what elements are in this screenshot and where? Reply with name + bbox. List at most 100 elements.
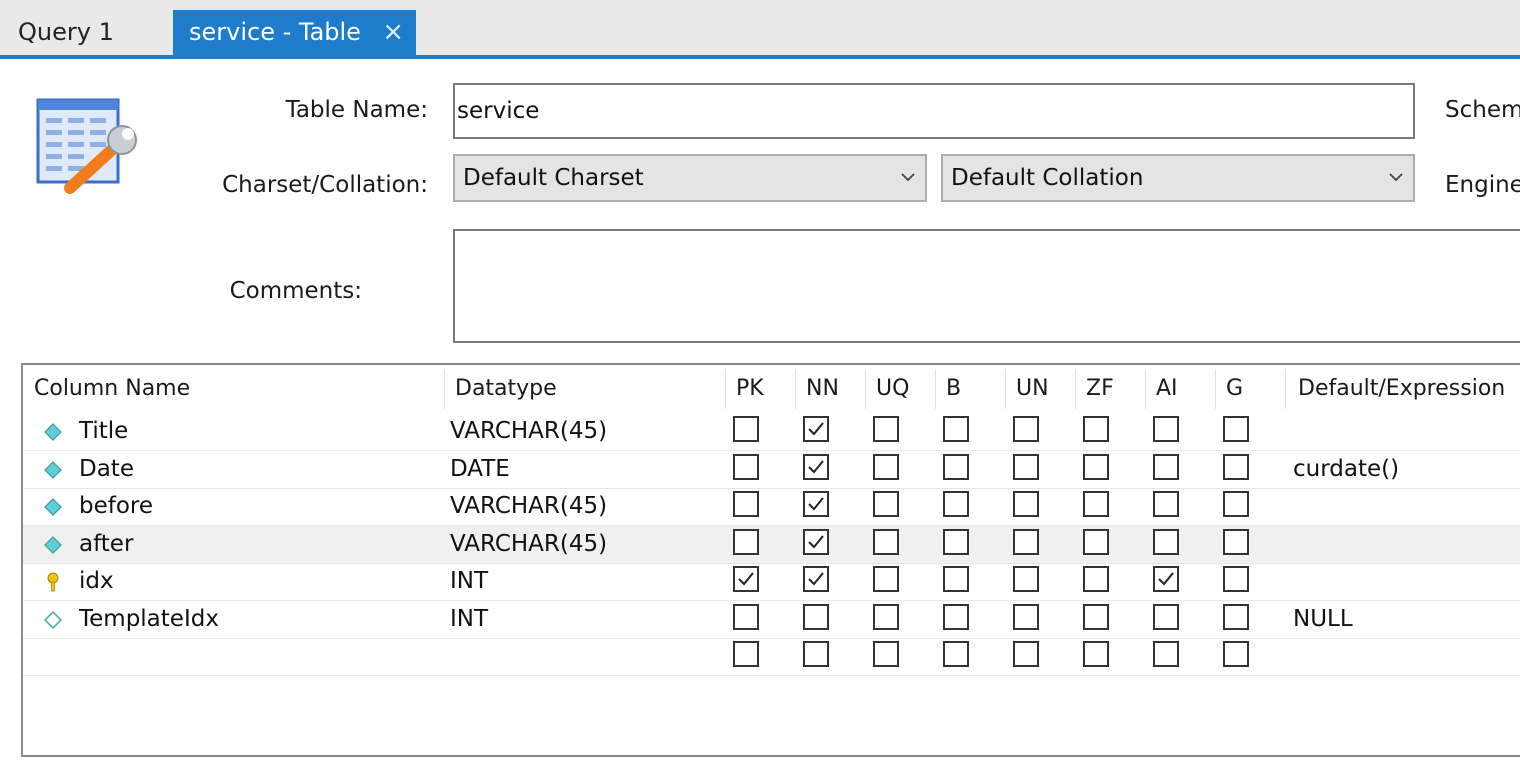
table-row[interactable]: TemplateIdx INT NULL xyxy=(23,601,1520,639)
close-icon[interactable]: × xyxy=(382,10,404,54)
default-expression-cell[interactable]: NULL xyxy=(1293,601,1353,638)
ai-checkbox[interactable] xyxy=(1153,641,1179,667)
zf-checkbox[interactable] xyxy=(1083,416,1109,442)
uq-checkbox[interactable] xyxy=(873,528,899,555)
datatype-cell[interactable]: INT xyxy=(450,563,488,600)
tab-service-table[interactable]: service - Table × xyxy=(173,10,416,56)
un-checkbox[interactable] xyxy=(1013,603,1039,630)
un-checkbox[interactable] xyxy=(1013,566,1039,592)
zf-checkbox[interactable] xyxy=(1083,566,1109,592)
checkmark-icon xyxy=(808,534,824,548)
column-name-cell[interactable]: after xyxy=(79,526,133,563)
ai-checkbox[interactable] xyxy=(1153,566,1179,592)
pk-checkbox[interactable] xyxy=(733,416,759,442)
table-row[interactable] xyxy=(23,638,1520,676)
header-default-expression[interactable]: Default/Expression xyxy=(1298,365,1505,413)
table-name-input[interactable] xyxy=(453,83,1415,139)
nn-checkbox[interactable] xyxy=(803,416,829,442)
tab-query-1[interactable]: Query 1 xyxy=(0,10,172,56)
chevron-down-icon xyxy=(901,173,915,182)
uq-checkbox[interactable] xyxy=(873,641,899,667)
nn-checkbox[interactable] xyxy=(803,603,829,630)
header-column-name[interactable]: Column Name xyxy=(34,365,190,413)
column-name-cell[interactable]: idx xyxy=(79,563,114,600)
uq-checkbox[interactable] xyxy=(873,453,899,480)
ai-checkbox[interactable] xyxy=(1153,528,1179,555)
pk-checkbox[interactable] xyxy=(733,491,759,517)
zf-checkbox[interactable] xyxy=(1083,603,1109,630)
zf-checkbox[interactable] xyxy=(1083,641,1109,667)
g-checkbox[interactable] xyxy=(1223,416,1249,442)
b-checkbox[interactable] xyxy=(943,453,969,480)
header-nn[interactable]: NN xyxy=(806,365,839,413)
ai-checkbox[interactable] xyxy=(1153,416,1179,442)
g-checkbox[interactable] xyxy=(1223,603,1249,630)
b-checkbox[interactable] xyxy=(943,566,969,592)
zf-checkbox[interactable] xyxy=(1083,491,1109,517)
header-datatype[interactable]: Datatype xyxy=(455,365,557,413)
un-checkbox[interactable] xyxy=(1013,528,1039,555)
un-checkbox[interactable] xyxy=(1013,453,1039,480)
column-name-cell[interactable]: Date xyxy=(79,451,134,488)
header-divider xyxy=(444,369,445,409)
nn-checkbox[interactable] xyxy=(803,528,829,555)
un-checkbox[interactable] xyxy=(1013,416,1039,442)
un-checkbox[interactable] xyxy=(1013,491,1039,517)
header-zf[interactable]: ZF xyxy=(1086,365,1114,413)
header-ai[interactable]: AI xyxy=(1156,365,1178,413)
table-row[interactable]: after VARCHAR(45) xyxy=(23,525,1520,564)
comments-textarea[interactable] xyxy=(453,229,1520,343)
g-checkbox[interactable] xyxy=(1223,528,1249,555)
pk-checkbox[interactable] xyxy=(733,566,759,592)
column-name-cell[interactable]: before xyxy=(79,488,153,525)
zf-checkbox[interactable] xyxy=(1083,528,1109,555)
pk-checkbox[interactable] xyxy=(733,641,759,667)
datatype-cell[interactable]: INT xyxy=(450,601,488,638)
datatype-cell[interactable]: VARCHAR(45) xyxy=(450,488,607,525)
b-checkbox[interactable] xyxy=(943,641,969,667)
g-checkbox[interactable] xyxy=(1223,453,1249,480)
ai-checkbox[interactable] xyxy=(1153,491,1179,517)
column-name-cell[interactable]: TemplateIdx xyxy=(79,601,219,638)
datatype-cell[interactable]: DATE xyxy=(450,451,510,488)
b-checkbox[interactable] xyxy=(943,491,969,517)
table-row[interactable]: Date DATE curdate() xyxy=(23,451,1520,489)
g-checkbox[interactable] xyxy=(1223,566,1249,592)
un-checkbox[interactable] xyxy=(1013,641,1039,667)
b-checkbox[interactable] xyxy=(943,603,969,630)
column-diamond-icon xyxy=(44,498,62,516)
datatype-cell[interactable]: VARCHAR(45) xyxy=(450,413,607,450)
b-checkbox[interactable] xyxy=(943,528,969,555)
pk-checkbox[interactable] xyxy=(733,603,759,630)
header-pk[interactable]: PK xyxy=(736,365,764,413)
uq-checkbox[interactable] xyxy=(873,491,899,517)
header-g[interactable]: G xyxy=(1226,365,1243,413)
header-un[interactable]: UN xyxy=(1016,365,1049,413)
ai-checkbox[interactable] xyxy=(1153,603,1179,630)
nn-checkbox[interactable] xyxy=(803,491,829,517)
pk-checkbox[interactable] xyxy=(733,453,759,480)
ai-checkbox[interactable] xyxy=(1153,453,1179,480)
table-row[interactable]: Title VARCHAR(45) xyxy=(23,413,1520,451)
default-expression-cell[interactable]: curdate() xyxy=(1293,451,1399,488)
nn-checkbox[interactable] xyxy=(803,641,829,667)
table-row[interactable]: idx INT xyxy=(23,563,1520,601)
g-checkbox[interactable] xyxy=(1223,641,1249,667)
nn-checkbox[interactable] xyxy=(803,566,829,592)
pk-checkbox[interactable] xyxy=(733,528,759,555)
uq-checkbox[interactable] xyxy=(873,566,899,592)
header-uq[interactable]: UQ xyxy=(876,365,909,413)
uq-checkbox[interactable] xyxy=(873,416,899,442)
zf-checkbox[interactable] xyxy=(1083,453,1109,480)
collation-select[interactable]: Default Collation xyxy=(941,154,1415,202)
datatype-cell[interactable]: VARCHAR(45) xyxy=(450,526,607,563)
charset-select[interactable]: Default Charset xyxy=(453,154,927,202)
nn-checkbox[interactable] xyxy=(803,453,829,480)
tab-bar: Query 1 service - Table × xyxy=(0,0,1520,59)
g-checkbox[interactable] xyxy=(1223,491,1249,517)
header-b[interactable]: B xyxy=(946,365,961,413)
column-name-cell[interactable]: Title xyxy=(79,413,128,450)
table-row[interactable]: before VARCHAR(45) xyxy=(23,488,1520,526)
b-checkbox[interactable] xyxy=(943,416,969,442)
uq-checkbox[interactable] xyxy=(873,603,899,630)
